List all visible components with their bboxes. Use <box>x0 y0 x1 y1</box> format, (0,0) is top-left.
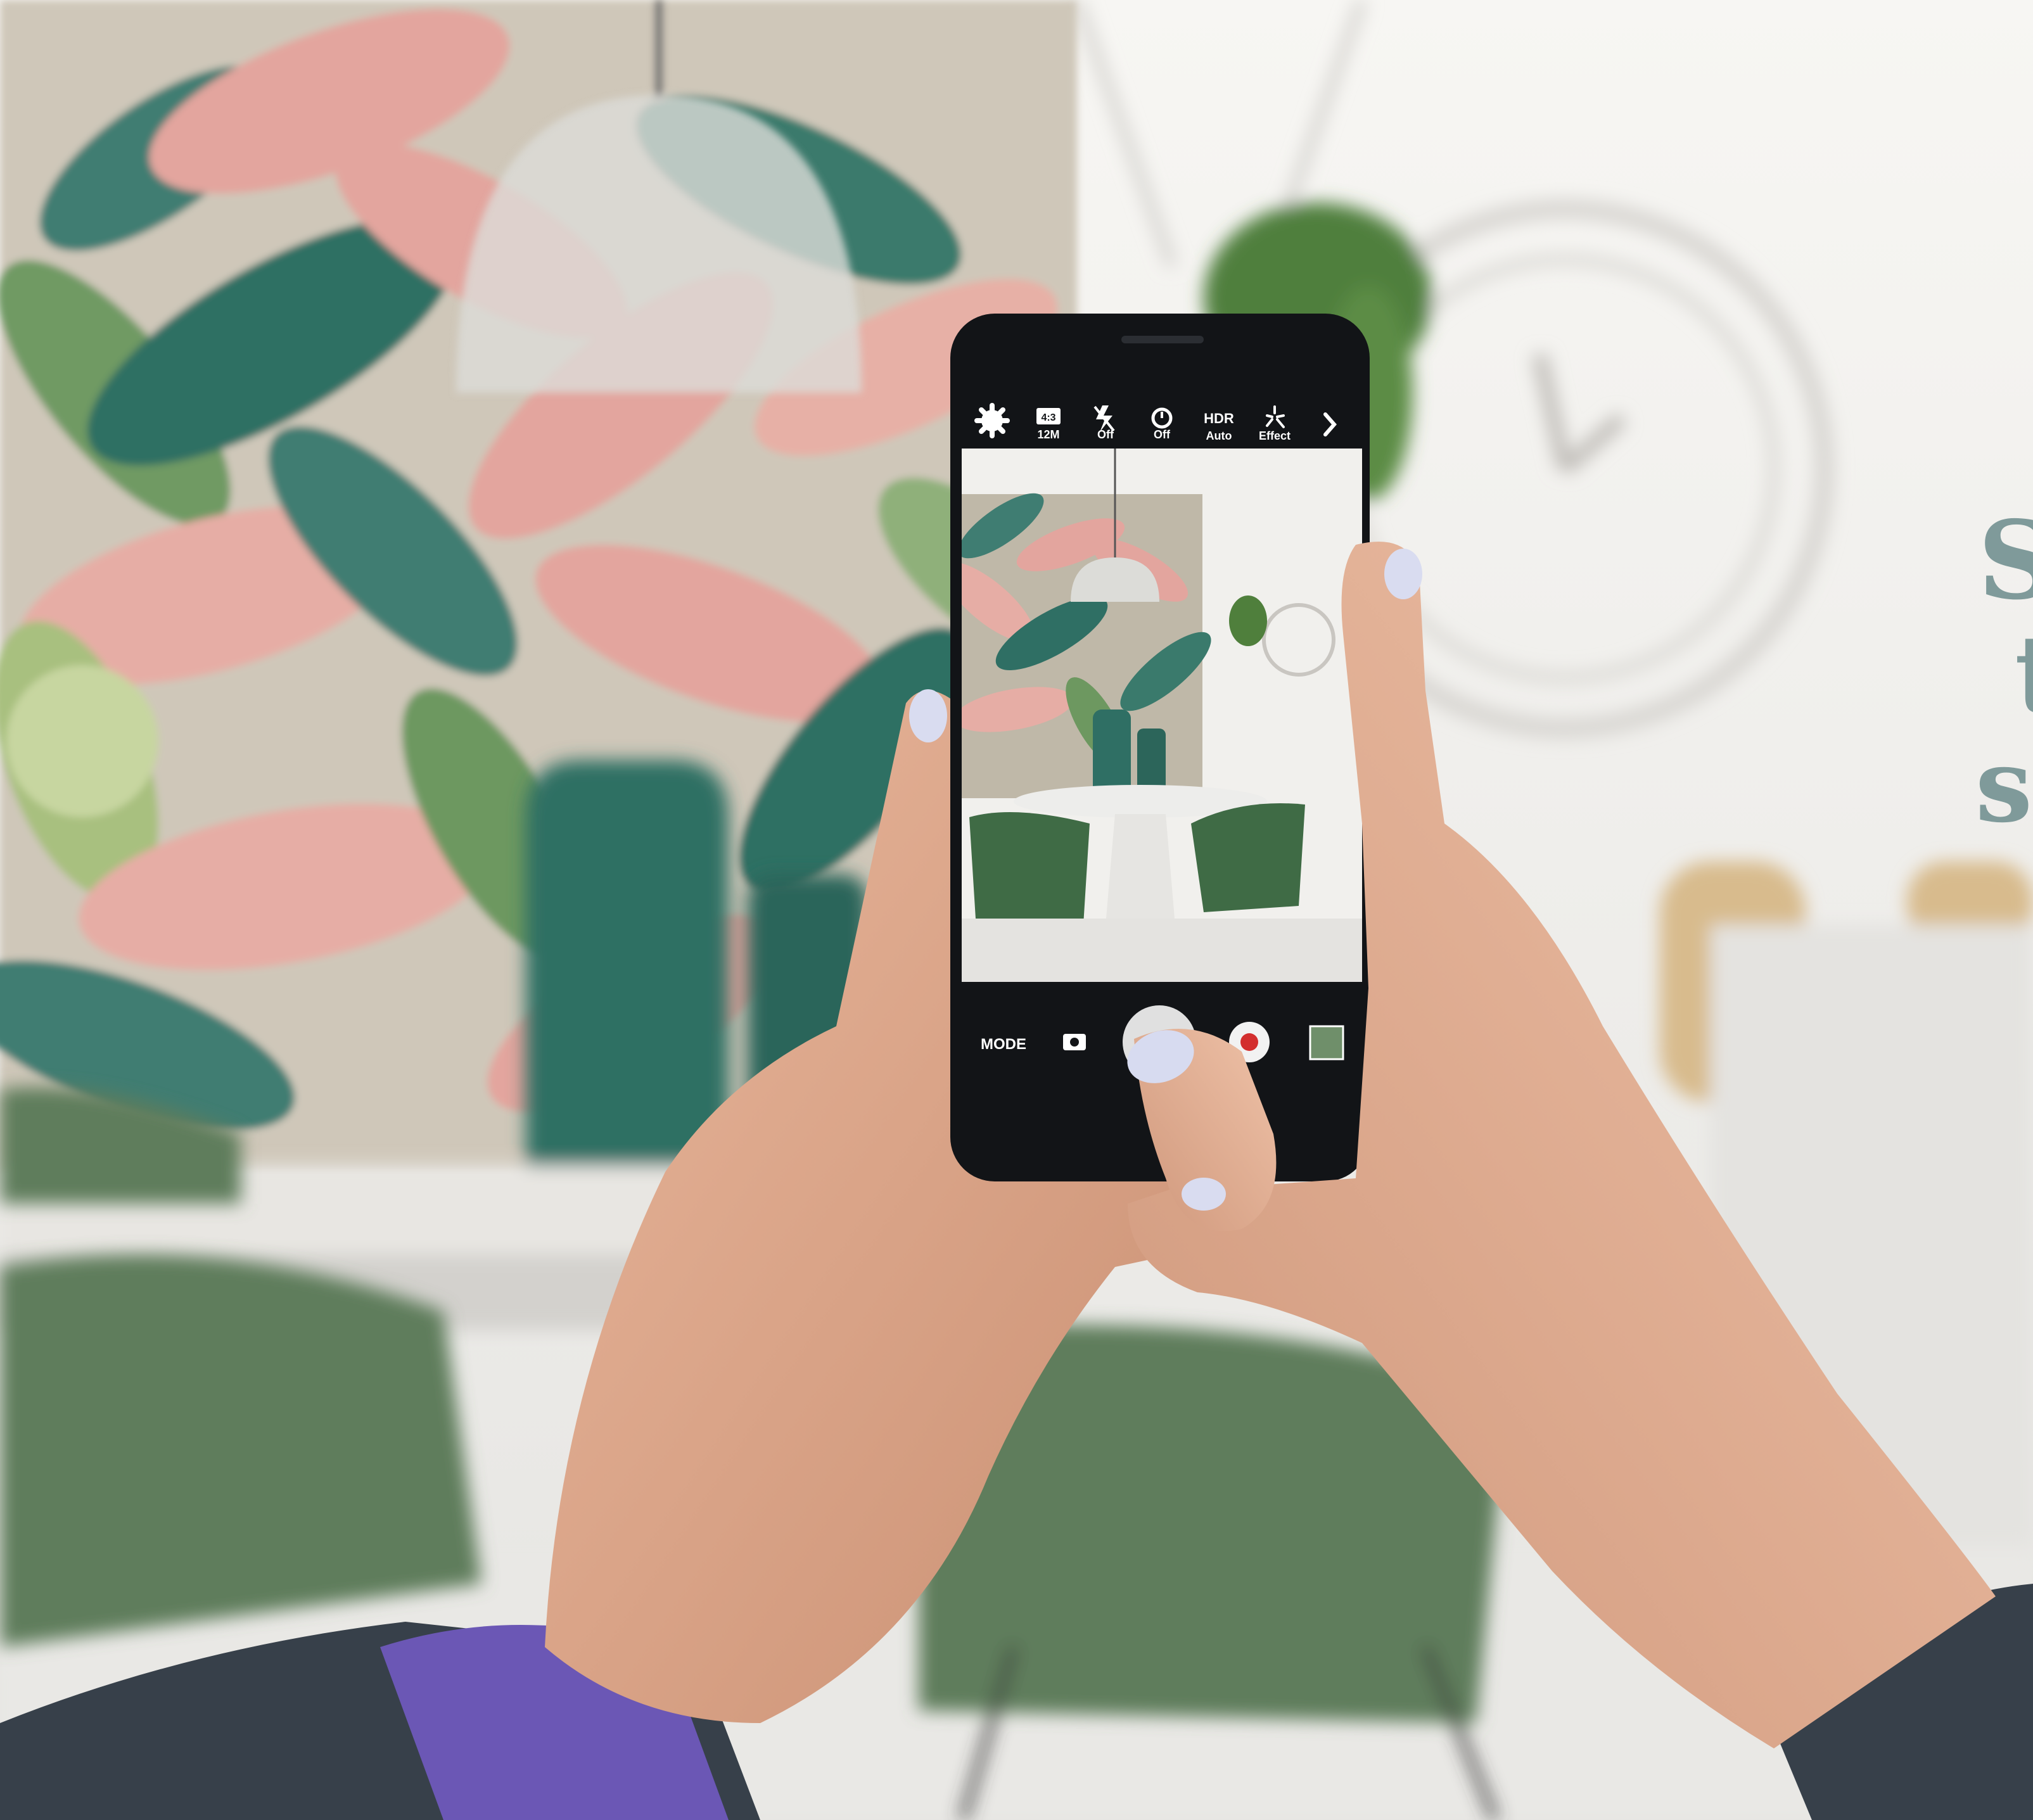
aspect-ratio-label: 12M <box>1037 428 1059 441</box>
pale-flower <box>6 665 158 817</box>
phone-speaker <box>1121 336 1204 343</box>
effect-label: Effect <box>1259 430 1291 442</box>
switch-camera-icon[interactable] <box>1063 1034 1086 1050</box>
timer-label: Off <box>1154 428 1171 441</box>
viewfinder-chair <box>969 812 1090 925</box>
left-finger-nail <box>1182 1178 1226 1211</box>
left-thumb-nail <box>909 689 947 742</box>
aspect-ratio-badge: 4:3 <box>1041 412 1055 423</box>
photo-scene: 4:3 12M Off Off HDR Auto Effect MODE <box>0 0 2033 1820</box>
settings-gear-icon[interactable] <box>974 403 1010 438</box>
headline-letter-1: S <box>1978 497 2033 624</box>
flash-label: Off <box>1097 428 1114 441</box>
gallery-thumbnail-icon[interactable] <box>1309 1025 1344 1060</box>
hdr-badge: HDR <box>1204 410 1234 426</box>
mode-button[interactable]: MODE <box>981 1036 1026 1053</box>
camera-viewfinder <box>962 449 1362 982</box>
headline-letter-3: s <box>1975 726 2033 845</box>
headline-letter-2: t <box>2015 621 2033 729</box>
right-index-nail <box>1384 549 1422 599</box>
aspect-ratio-icon[interactable]: 4:3 12M <box>1036 408 1061 441</box>
hdr-label: Auto <box>1206 430 1232 442</box>
